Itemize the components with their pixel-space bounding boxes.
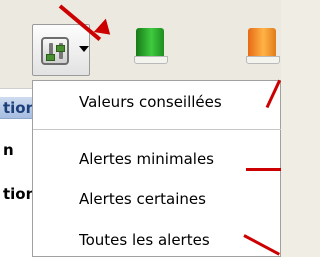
dropdown-arrow-icon[interactable] <box>79 46 89 52</box>
alert-level-dropdown-button[interactable] <box>32 24 90 76</box>
toolbar <box>0 0 281 88</box>
menu-item-alertes-minimales[interactable]: Alertes minimales <box>79 150 214 168</box>
left-panel: tion n tion <box>0 88 36 257</box>
menu-item-toutes-les-alertes[interactable]: Toutes les alertes <box>79 231 210 249</box>
alert-level-menu: Valeurs conseillées Alertes minimales Al… <box>32 80 281 257</box>
green-book-icon[interactable] <box>134 28 168 66</box>
menu-item-alertes-certaines[interactable]: Alertes certaines <box>79 190 206 208</box>
menu-separator <box>33 129 281 130</box>
menu-item-valeurs-conseillees[interactable]: Valeurs conseillées <box>79 93 222 111</box>
annotation-line <box>246 168 281 171</box>
orange-book-icon[interactable] <box>246 28 280 66</box>
alert-level-sliders-icon <box>41 37 69 65</box>
